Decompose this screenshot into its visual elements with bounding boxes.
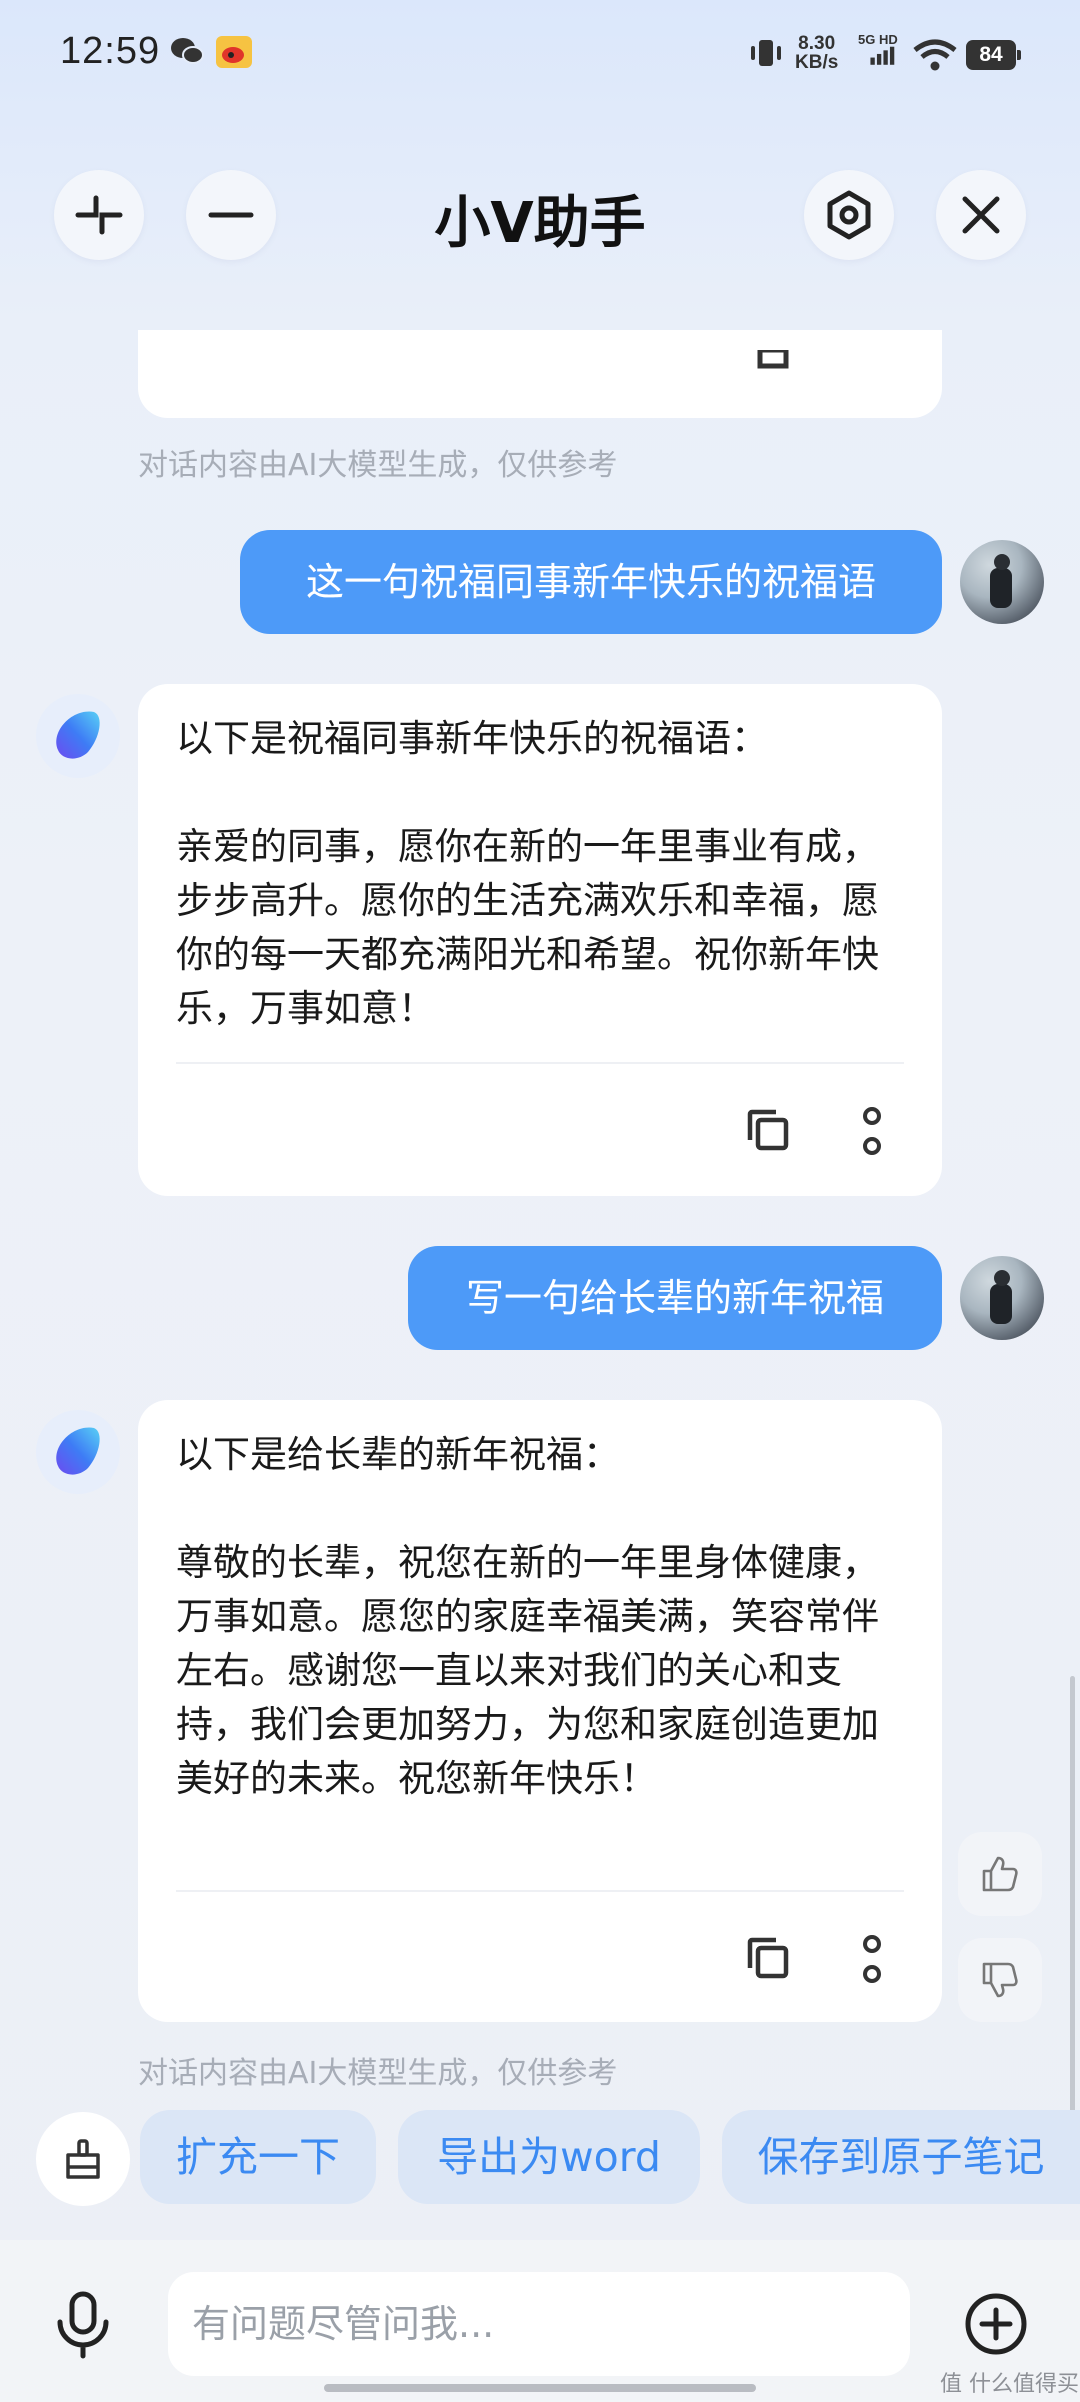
user-message-bubble: 写一句给长辈的新年祝福 [408, 1246, 942, 1350]
ai-message-bubble: 以下是给长辈的新年祝福： 尊敬的长辈，祝您在新的一年里身体健康，万事如意。愿您的… [138, 1400, 942, 2022]
dislike-button[interactable] [958, 1938, 1042, 2022]
divider [176, 1062, 904, 1064]
user-avatar[interactable] [960, 1256, 1044, 1340]
broom-icon [66, 2139, 100, 2179]
close-icon [962, 196, 1000, 234]
suggestion-chip-save-note[interactable]: 保存到原子笔记 [722, 2110, 1080, 2204]
previous-ai-message [138, 330, 942, 418]
watermark: 值 什么值得买 [940, 2372, 1079, 2397]
wechat-icon [171, 38, 204, 64]
ai-message-text: 以下是给长辈的新年祝福： 尊敬的长辈，祝您在新的一年里身体健康，万事如意。愿您的… [176, 1433, 879, 1800]
assistant-avatar [36, 1410, 120, 1494]
close-button[interactable] [936, 170, 1026, 260]
ai-message-text: 以下是祝福同事新年快乐的祝福语： 亲爱的同事，愿你在新的一年里事业有成，步步高升… [176, 717, 879, 1030]
more-options-icon[interactable] [862, 1934, 882, 1984]
thumbs-down-icon [982, 1962, 1018, 1998]
microphone-icon [57, 2291, 109, 2359]
settings-icon [827, 190, 871, 240]
assistant-logo-icon [56, 711, 100, 759]
voice-input-button[interactable] [50, 2290, 116, 2364]
status-time: 12:59 [60, 30, 161, 72]
weibo-icon [216, 36, 252, 68]
ai-disclaimer: 对话内容由AI大模型生成，仅供参考 [138, 2056, 618, 2091]
copy-icon[interactable] [746, 1936, 790, 1980]
user-message-bubble: 这一句祝福同事新年快乐的祝福语 [240, 530, 942, 634]
clear-context-button[interactable] [36, 2112, 130, 2206]
ai-message-bubble: 以下是祝福同事新年快乐的祝福语： 亲爱的同事，愿你在新的一年里事业有成，步步高升… [138, 684, 942, 1196]
suggestion-chip-export-word[interactable]: 导出为word [398, 2110, 700, 2204]
copy-icon[interactable] [748, 350, 792, 394]
like-button[interactable] [958, 1832, 1042, 1916]
more-options-icon[interactable] [862, 1106, 882, 1156]
network-label: 5G HD [858, 32, 898, 47]
thumbs-up-icon [982, 1856, 1018, 1892]
user-avatar[interactable] [960, 540, 1044, 624]
plus-circle-icon [965, 2293, 1027, 2355]
assistant-logo-icon [56, 1427, 100, 1475]
vibrate-icon [751, 40, 781, 66]
copy-icon[interactable] [746, 1108, 790, 1152]
net-speed: 8.30 KB/s [795, 33, 839, 73]
divider [176, 1890, 904, 1892]
signal-icon [870, 46, 895, 65]
wifi-icon [913, 39, 957, 71]
message-input-placeholder: 有问题尽管问我... [192, 2302, 495, 2346]
message-input[interactable]: 有问题尽管问我... [168, 2272, 910, 2376]
suggestion-chip-expand[interactable]: 扩充一下 [140, 2110, 376, 2204]
page-title: 小V助手 [434, 191, 646, 256]
battery-indicator: 84 [966, 40, 1021, 70]
scrollbar[interactable] [1070, 1676, 1075, 2116]
home-indicator[interactable] [324, 2384, 756, 2392]
assistant-avatar [36, 694, 120, 778]
add-attachment-button[interactable] [962, 2290, 1030, 2362]
ai-disclaimer: 对话内容由AI大模型生成，仅供参考 [138, 448, 618, 483]
settings-button[interactable] [804, 170, 894, 260]
